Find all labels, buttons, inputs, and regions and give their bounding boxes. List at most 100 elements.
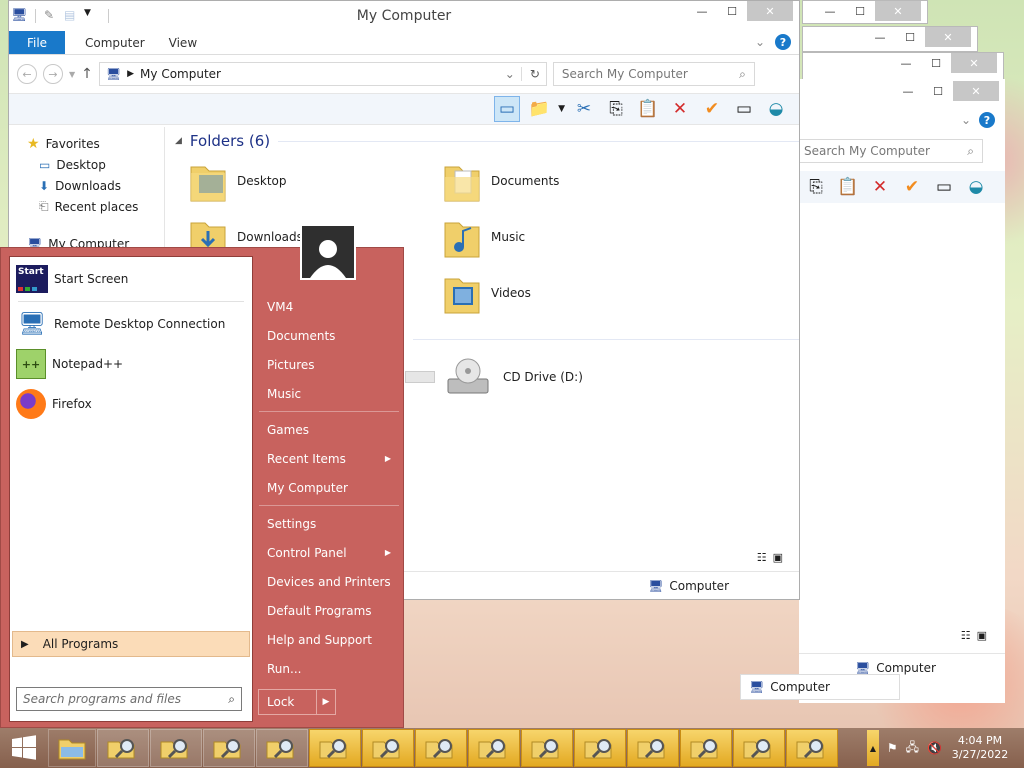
cut-icon[interactable]: ✂ <box>571 96 597 122</box>
copy-icon[interactable]: ⎘ <box>803 174 829 200</box>
chevron-down-icon[interactable]: ⌄ <box>755 35 765 49</box>
link-documents[interactable]: Documents <box>259 321 399 350</box>
recent-locations-icon[interactable]: ▼ <box>69 70 75 79</box>
link-devices-printers[interactable]: Devices and Printers <box>259 567 399 596</box>
nav-item-recent-places[interactable]: ⎗ Recent places <box>9 196 164 217</box>
link-help-support[interactable]: Help and Support <box>259 625 399 654</box>
link-pictures[interactable]: Pictures <box>259 350 399 379</box>
folder-tile-videos[interactable]: Videos <box>443 267 531 319</box>
details-view-icon[interactable]: ☷ <box>757 551 767 564</box>
taskbar-window-button[interactable] <box>150 729 202 767</box>
details-view-icon[interactable]: ☷ <box>961 629 971 642</box>
chevron-down-icon[interactable]: ▼ <box>558 104 565 114</box>
link-recent-items[interactable]: Recent Items ▶ <box>259 444 399 473</box>
drive-tile-cd[interactable]: CD Drive (D:) <box>443 351 583 403</box>
properties-icon[interactable]: ✎ <box>44 8 60 24</box>
taskbar-window-button[interactable] <box>362 729 414 767</box>
network-icon[interactable]: ◒ <box>963 174 989 200</box>
link-control-panel[interactable]: Control Panel ▶ <box>259 538 399 567</box>
taskbar-window-button[interactable] <box>309 729 361 767</box>
title-bar[interactable]: 🖥 ✎ ▤ ▼ My Computer — ☐ ✕ <box>9 1 799 31</box>
program-start-screen[interactable]: Start Start Screen <box>10 259 252 299</box>
close-button[interactable]: ✕ <box>875 1 921 21</box>
maximize-button[interactable]: ☐ <box>717 1 747 21</box>
lock-label[interactable]: Lock <box>259 690 317 714</box>
help-icon[interactable]: ? <box>775 34 791 50</box>
breadcrumb[interactable]: My Computer <box>140 67 221 81</box>
maximize-button[interactable]: ☐ <box>923 81 953 101</box>
minimize-button[interactable]: — <box>687 1 717 21</box>
taskbar-explorer[interactable] <box>48 729 96 767</box>
clock[interactable]: 4:04 PM 3/27/2022 <box>950 734 1010 762</box>
taskbar-window-button[interactable] <box>256 729 308 767</box>
close-button[interactable]: ✕ <box>747 1 793 21</box>
tab-file[interactable]: File <box>9 31 65 54</box>
collapse-icon[interactable]: ◢ <box>175 136 182 146</box>
lock-options-arrow-icon[interactable]: ▶ <box>317 690 335 714</box>
search-input[interactable]: Search My Computer ⌕ <box>552 62 755 86</box>
taskbar-window-button[interactable] <box>97 729 149 767</box>
nav-item-desktop[interactable]: ▭ Desktop <box>9 154 164 175</box>
preview-pane-icon[interactable]: ▭ <box>494 96 521 122</box>
properties-folder-icon[interactable]: 📁 <box>526 96 552 122</box>
folder-tile-documents[interactable]: Documents <box>443 155 559 207</box>
folder-tile-music[interactable]: Music <box>443 211 525 263</box>
checkmark-icon[interactable]: ✔ <box>699 96 725 122</box>
program-firefox[interactable]: Firefox <box>10 384 252 424</box>
address-bar[interactable]: 🖥 ▶ My Computer ⌄ ↻ <box>98 62 547 86</box>
delete-icon[interactable]: ✕ <box>667 96 693 122</box>
search-input[interactable]: Search My Computer ⌕ <box>795 139 983 163</box>
minimize-button[interactable]: — <box>893 81 923 101</box>
start-search-input[interactable]: Search programs and files ⌕ <box>16 687 242 711</box>
minimize-button[interactable]: — <box>891 53 921 73</box>
minimize-button[interactable]: — <box>815 1 845 21</box>
avatar[interactable] <box>300 224 356 280</box>
background-window-front[interactable]: — ☐ ✕ ⌄ ? Search My Computer ⌕ ⎘ 📋 ✕ ✔ ▭ ◒… <box>795 79 1005 703</box>
maximize-button[interactable]: ☐ <box>921 53 951 73</box>
taskbar-window-button[interactable] <box>574 729 626 767</box>
checkmark-icon[interactable]: ✔ <box>899 174 925 200</box>
customize-qat-icon[interactable]: ▼ <box>84 8 100 24</box>
folder-tile-desktop[interactable]: Desktop <box>189 155 287 207</box>
minimize-button[interactable]: — <box>865 27 895 47</box>
taskbar-window-button[interactable] <box>415 729 467 767</box>
paste-icon[interactable]: 📋 <box>835 174 861 200</box>
up-arrow-icon[interactable]: ↑ <box>81 66 93 82</box>
all-programs-button[interactable]: ▶ All Programs <box>12 631 250 657</box>
delete-icon[interactable]: ✕ <box>867 174 893 200</box>
chevron-down-icon[interactable]: ⌄ <box>961 113 971 127</box>
background-window-2[interactable]: — ☐ ✕ <box>802 26 978 52</box>
chevron-down-icon[interactable]: ⌄ <box>505 67 515 81</box>
taskbar-window-button[interactable] <box>786 729 838 767</box>
start-button[interactable] <box>0 728 48 768</box>
folders-group-header[interactable]: ◢ Folders (6) <box>175 127 799 155</box>
refresh-icon[interactable]: ↻ <box>520 67 540 81</box>
paste-icon[interactable]: 📋 <box>635 96 661 122</box>
network-icon[interactable]: 🖧 <box>906 738 919 759</box>
close-button[interactable]: ✕ <box>953 81 999 101</box>
taskbar-window-button[interactable] <box>627 729 679 767</box>
link-my-computer[interactable]: My Computer <box>259 473 399 502</box>
taskbar-window-button[interactable] <box>468 729 520 767</box>
volume-muted-icon[interactable]: 🔇 <box>927 741 942 755</box>
tab-view[interactable]: View <box>165 31 217 54</box>
maximize-button[interactable]: ☐ <box>845 1 875 21</box>
link-games[interactable]: Games <box>259 415 399 444</box>
maximize-button[interactable]: ☐ <box>895 27 925 47</box>
new-folder-icon[interactable]: ▤ <box>64 8 80 24</box>
taskbar-window-button[interactable] <box>203 729 255 767</box>
taskbar-window-button[interactable] <box>733 729 785 767</box>
rename-icon[interactable]: ▭ <box>731 96 757 122</box>
large-icons-view-icon[interactable]: ▣ <box>773 551 783 564</box>
taskbar-window-button[interactable] <box>680 729 732 767</box>
link-run[interactable]: Run... <box>259 654 399 683</box>
help-icon[interactable]: ? <box>979 112 995 128</box>
rename-icon[interactable]: ▭ <box>931 174 957 200</box>
link-default-programs[interactable]: Default Programs <box>259 596 399 625</box>
favorites-group[interactable]: ★ Favorites <box>9 133 164 154</box>
background-window-1[interactable]: — ☐ ✕ — ☐ ✕ ⌄ ? Search My Computer ⌕ ⎘ 📋 ✕ ✔… <box>795 52 1005 703</box>
taskbar-window-button[interactable] <box>521 729 573 767</box>
program-notepadpp[interactable]: ++ Notepad++ <box>10 344 252 384</box>
link-settings[interactable]: Settings <box>259 509 399 538</box>
program-remote-desktop[interactable]: 🖥 Remote Desktop Connection <box>10 304 252 344</box>
